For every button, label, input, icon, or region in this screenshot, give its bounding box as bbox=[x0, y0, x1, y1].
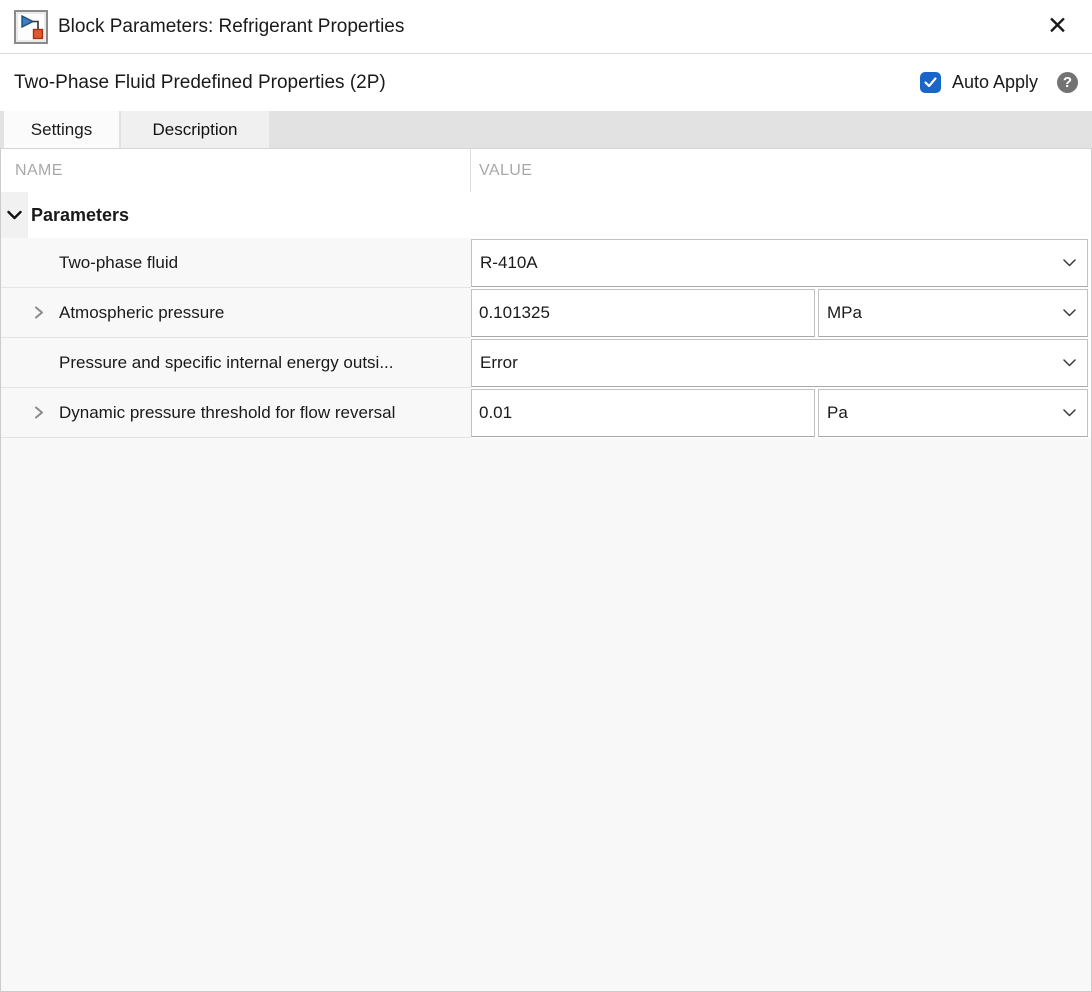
param-value-dropdown[interactable]: Error bbox=[471, 339, 1088, 387]
close-icon[interactable]: ✕ bbox=[1039, 10, 1076, 43]
param-value-input[interactable] bbox=[472, 290, 814, 336]
table-row: Two-phase fluid R-410A bbox=[1, 238, 1091, 288]
auto-apply-label: Auto Apply bbox=[952, 72, 1038, 93]
param-name-cell[interactable]: Pressure and specific internal energy ou… bbox=[1, 338, 471, 388]
param-value-input-box bbox=[471, 289, 815, 337]
expand-icon[interactable] bbox=[34, 406, 47, 420]
expand-chevron-icon[interactable] bbox=[34, 306, 44, 319]
param-value-dropdown[interactable]: R-410A bbox=[471, 239, 1088, 287]
parameter-table: NAME VALUE Parameters Two-phase fluid R-4… bbox=[0, 148, 1092, 992]
dialog-title-bar: Block Parameters: Refrigerant Properties… bbox=[0, 0, 1092, 54]
simulink-block-icon bbox=[14, 10, 48, 44]
param-unit-dropdown[interactable]: Pa bbox=[818, 389, 1088, 437]
table-header: NAME VALUE bbox=[1, 149, 1091, 192]
table-row: Atmospheric pressure MPa bbox=[1, 288, 1091, 338]
section-title: Parameters bbox=[31, 205, 129, 226]
section-row-parameters[interactable]: Parameters bbox=[1, 192, 1091, 238]
unit-selected-value: Pa bbox=[819, 403, 848, 423]
param-label: Atmospheric pressure bbox=[59, 303, 224, 323]
param-label: Pressure and specific internal energy ou… bbox=[59, 353, 394, 373]
help-icon[interactable]: ? bbox=[1057, 72, 1078, 93]
chevron-down-icon bbox=[1063, 259, 1076, 267]
unit-selected-value: MPa bbox=[819, 303, 862, 323]
param-label: Two-phase fluid bbox=[59, 253, 178, 273]
param-name-cell[interactable]: Atmospheric pressure bbox=[1, 288, 471, 338]
block-header-bar: Two-Phase Fluid Predefined Properties (2… bbox=[0, 54, 1092, 111]
param-value-cell: R-410A bbox=[471, 238, 1091, 288]
param-value-input-box bbox=[471, 389, 815, 437]
param-name-cell[interactable]: Dynamic pressure threshold for flow reve… bbox=[1, 388, 471, 438]
expand-chevron-icon[interactable] bbox=[34, 406, 44, 419]
dropdown-selected-value: Error bbox=[472, 353, 518, 373]
param-value-cell: MPa bbox=[471, 288, 1091, 338]
tab-bar: Settings Description bbox=[0, 111, 1092, 148]
tab-description[interactable]: Description bbox=[121, 111, 269, 148]
param-name-cell[interactable]: Two-phase fluid bbox=[1, 238, 471, 288]
param-value-input[interactable] bbox=[472, 390, 814, 436]
block-type-title: Two-Phase Fluid Predefined Properties (2… bbox=[14, 72, 920, 94]
param-value-cell: Error bbox=[471, 338, 1091, 388]
expand-icon[interactable] bbox=[34, 306, 47, 320]
param-unit-dropdown[interactable]: MPa bbox=[818, 289, 1088, 337]
param-label: Dynamic pressure threshold for flow reve… bbox=[59, 403, 395, 423]
auto-apply-checkbox[interactable] bbox=[920, 72, 941, 93]
table-row: Dynamic pressure threshold for flow reve… bbox=[1, 388, 1091, 438]
tab-settings[interactable]: Settings bbox=[4, 111, 119, 148]
dialog-title: Block Parameters: Refrigerant Properties bbox=[58, 16, 1039, 38]
check-icon bbox=[924, 77, 937, 88]
param-value-cell: Pa bbox=[471, 388, 1091, 438]
dropdown-selected-value: R-410A bbox=[472, 253, 538, 273]
table-empty-area bbox=[1, 438, 1091, 991]
chevron-down-icon bbox=[1063, 409, 1076, 417]
parameter-rows: Two-phase fluid R-410A Atmospheric pressur… bbox=[1, 238, 1091, 438]
table-row: Pressure and specific internal energy ou… bbox=[1, 338, 1091, 388]
collapse-chevron-icon[interactable] bbox=[7, 207, 23, 223]
column-header-value: VALUE bbox=[470, 149, 1091, 192]
chevron-down-icon bbox=[1063, 309, 1076, 317]
column-header-name: NAME bbox=[1, 149, 470, 192]
chevron-down-icon bbox=[1063, 359, 1076, 367]
